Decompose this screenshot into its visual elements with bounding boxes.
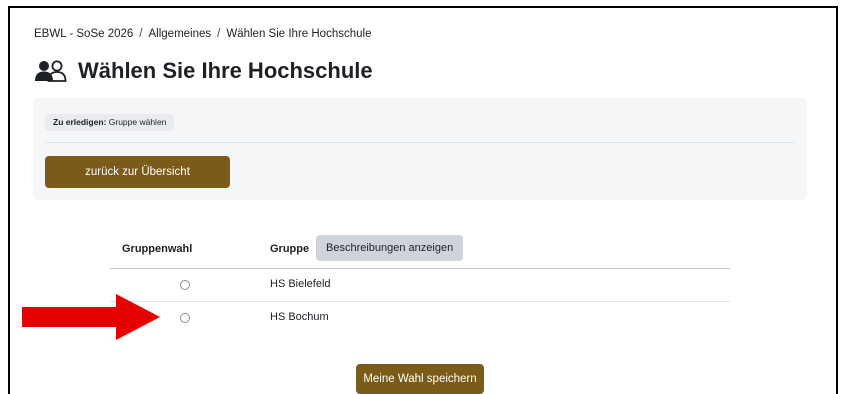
todo-text: Gruppe wählen: [108, 117, 167, 127]
group-radio-bielefeld[interactable]: [180, 280, 190, 290]
breadcrumb-item-course[interactable]: EBWL - SoSe 2026: [34, 28, 133, 40]
group-name: HS Bielefeld: [270, 278, 331, 290]
back-to-overview-button[interactable]: zurück zur Übersicht: [45, 156, 230, 188]
group-name: HS Bochum: [270, 311, 329, 323]
todo-badge: Zu erledigen: Gruppe wählen: [45, 114, 175, 131]
panel-divider: [45, 142, 795, 143]
activity-info-panel: Zu erledigen: Gruppe wählen zurück zur Ü…: [33, 98, 807, 200]
page-title: Wählen Sie Ihre Hochschule: [78, 58, 373, 83]
todo-label: Zu erledigen:: [53, 117, 107, 127]
breadcrumb-separator: /: [139, 28, 143, 40]
breadcrumb-item-current[interactable]: Wählen Sie Ihre Hochschule: [226, 28, 371, 40]
breadcrumb-item-section[interactable]: Allgemeines: [149, 28, 212, 40]
group-choice-table: Gruppenwahl Gruppe Beschreibungen anzeig…: [110, 230, 730, 334]
breadcrumb-separator: /: [217, 28, 221, 40]
group-radio-bochum[interactable]: [180, 313, 190, 323]
table-header: Gruppenwahl Gruppe Beschreibungen anzeig…: [110, 230, 730, 269]
people-icon: [35, 60, 67, 82]
save-choice-button[interactable]: Meine Wahl speichern: [356, 364, 484, 394]
page-header: Wählen Sie Ihre Hochschule: [34, 58, 373, 84]
table-row: HS Bielefeld: [110, 269, 730, 302]
red-arrow-annotation: [22, 294, 160, 340]
show-descriptions-button[interactable]: Beschreibungen anzeigen: [316, 235, 464, 261]
table-row: HS Bochum: [110, 302, 730, 334]
column-header-choice: Gruppenwahl: [122, 243, 193, 255]
breadcrumb: EBWL - SoSe 2026 / Allgemeines / Wählen Sie …: [34, 28, 371, 40]
column-header-group: Gruppe: [270, 243, 310, 255]
